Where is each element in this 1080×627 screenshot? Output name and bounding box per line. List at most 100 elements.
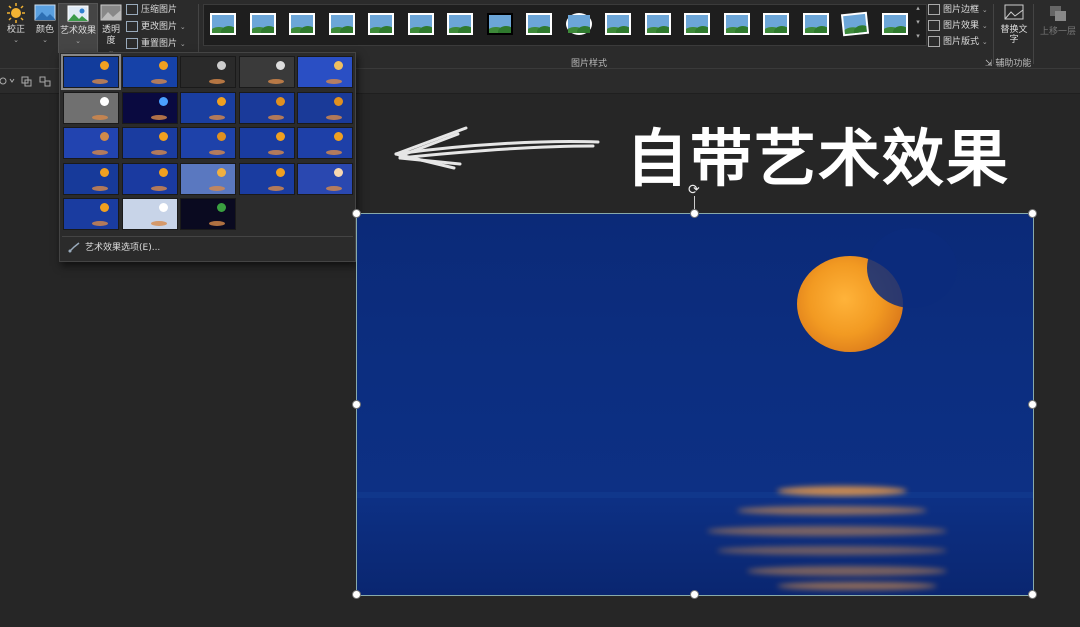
picture-style-thumb[interactable]	[526, 13, 552, 35]
thumb-moon	[100, 132, 109, 141]
thumb-reflection	[209, 114, 225, 120]
thumb-moon	[217, 96, 226, 106]
resize-handle-top[interactable]	[690, 209, 699, 218]
art-effect-icon	[67, 4, 89, 24]
moon-eclipse-shadow	[867, 228, 957, 308]
transparency-icon	[100, 3, 122, 23]
resize-handle-bottom-right[interactable]	[1028, 590, 1037, 599]
thumb-moon	[100, 167, 109, 177]
thumb-moon	[334, 96, 343, 106]
thumb-moon	[217, 167, 226, 177]
thumb-reflection	[267, 150, 284, 155]
alt-text-label: 替换文字	[1000, 25, 1028, 45]
picture-effects-button[interactable]: 图片效果 ⌄	[928, 19, 988, 34]
resize-handle-bottom-left[interactable]	[352, 590, 361, 599]
thumb-reflection	[209, 150, 225, 155]
picture-style-thumb[interactable]	[644, 13, 671, 35]
moon-reflection	[707, 526, 947, 536]
transparency-button[interactable]: 透明度 ⌄	[99, 3, 123, 55]
thumb-reflection	[92, 150, 108, 155]
gallery-more-arrow[interactable]: ▾	[913, 32, 923, 40]
color-picture-icon	[34, 3, 56, 23]
thumb-reflection	[150, 79, 167, 84]
thumb-moon	[217, 132, 226, 141]
picture-style-thumb[interactable]	[407, 13, 434, 35]
alt-text-button[interactable]: 替换文字	[999, 3, 1029, 45]
artistic-effect-thumb[interactable]	[121, 56, 178, 88]
artistic-effect-thumb[interactable]	[180, 127, 236, 159]
thumb-moon	[334, 132, 343, 141]
artistic-effects-dropdown: 艺术效果选项(E)...	[59, 52, 356, 262]
artistic-effect-thumb[interactable]	[238, 127, 295, 159]
resize-handle-bottom[interactable]	[690, 590, 699, 599]
moon-reflection	[717, 546, 947, 555]
chevron-down-icon: ⌄	[42, 36, 48, 44]
picture-style-thumb[interactable]	[605, 13, 631, 35]
corrections-button[interactable]: 校正 ⌄	[3, 3, 29, 44]
artistic-effect-thumb[interactable]	[61, 54, 121, 90]
artistic-effect-thumb[interactable]	[63, 162, 119, 195]
artistic-effects-options-item[interactable]: 艺术效果选项(E)...	[68, 241, 160, 255]
color-label: 颜色	[35, 25, 54, 35]
picture-style-thumb[interactable]	[684, 13, 710, 35]
selected-picture[interactable]	[356, 213, 1034, 596]
artistic-effect-thumb[interactable]	[121, 198, 178, 230]
thumb-moon	[275, 61, 285, 70]
picture-border-label: 图片边框	[943, 5, 980, 15]
picture-style-thumb[interactable]	[210, 13, 236, 35]
resize-handle-top-right[interactable]	[1028, 209, 1037, 218]
thumb-moon	[334, 167, 343, 177]
change-picture-button[interactable]: 更改图片 ⌄	[126, 20, 186, 35]
thumb-moon	[275, 132, 285, 141]
resize-handle-top-left[interactable]	[352, 209, 361, 218]
picture-style-thumb[interactable]	[881, 13, 908, 35]
artistic-effect-thumb[interactable]	[180, 162, 236, 195]
effects-icon	[928, 20, 940, 31]
artistic-effect-thumb[interactable]	[297, 56, 353, 88]
color-button[interactable]: 颜色 ⌄	[32, 3, 58, 44]
artistic-effect-thumb[interactable]	[121, 162, 178, 195]
artistic-effect-thumb[interactable]	[297, 127, 353, 159]
picture-border-button[interactable]: 图片边框 ⌄	[928, 3, 988, 18]
reset-picture-button[interactable]: 重置图片 ⌄	[126, 37, 186, 52]
artistic-effect-thumb[interactable]	[121, 91, 178, 124]
picture-layout-button[interactable]: 图片版式 ⌄	[928, 35, 988, 50]
picture-style-thumb[interactable]	[328, 13, 355, 35]
gallery-up-arrow[interactable]: ▴	[913, 4, 923, 12]
compress-pictures-button[interactable]: 压缩图片	[126, 3, 177, 18]
artistic-effect-thumb[interactable]	[180, 198, 236, 230]
picture-styles-group-label: 图片样式	[571, 59, 608, 69]
artistic-effect-thumb[interactable]	[297, 91, 353, 124]
horizon	[357, 492, 1033, 498]
artistic-effect-thumb[interactable]	[238, 91, 295, 124]
picture-style-thumb[interactable]	[447, 13, 473, 35]
dialog-launcher-icon[interactable]: ⇲	[985, 59, 993, 69]
artistic-effect-thumb[interactable]	[63, 198, 119, 230]
artistic-effect-thumb[interactable]	[180, 56, 236, 88]
arrange-icons[interactable]	[0, 74, 60, 88]
picture-style-thumb[interactable]	[249, 13, 276, 35]
artistic-effect-thumb[interactable]	[180, 91, 236, 124]
artistic-effect-thumb[interactable]	[121, 127, 178, 159]
thumb-reflection	[92, 114, 108, 120]
gallery-down-arrow[interactable]: ▾	[913, 18, 923, 26]
resize-handle-left[interactable]	[352, 400, 361, 409]
artistic-effect-thumb[interactable]	[297, 162, 353, 195]
picture-style-thumb[interactable]	[368, 13, 394, 35]
artistic-effect-thumb[interactable]	[63, 127, 119, 159]
artistic-effects-button[interactable]: 艺术效果 ⌄	[58, 3, 98, 53]
accessibility-group-label: ⇲ 辅助功能	[985, 56, 1031, 69]
picture-style-thumb[interactable]	[723, 13, 750, 35]
picture-style-thumb[interactable]	[840, 11, 870, 37]
picture-style-thumb[interactable]	[763, 13, 789, 35]
picture-style-thumb[interactable]	[486, 13, 513, 35]
picture-style-thumb[interactable]	[289, 13, 315, 35]
overlay-title: 自带艺术效果	[626, 122, 1011, 195]
artistic-effect-thumb[interactable]	[63, 91, 119, 124]
picture-style-thumb[interactable]	[565, 13, 592, 35]
resize-handle-right[interactable]	[1028, 400, 1037, 409]
picture-style-thumb[interactable]	[802, 13, 829, 35]
artistic-effect-thumb[interactable]	[238, 162, 295, 195]
bring-forward-button[interactable]: 上移一层	[1038, 3, 1078, 38]
artistic-effect-thumb[interactable]	[238, 56, 295, 88]
